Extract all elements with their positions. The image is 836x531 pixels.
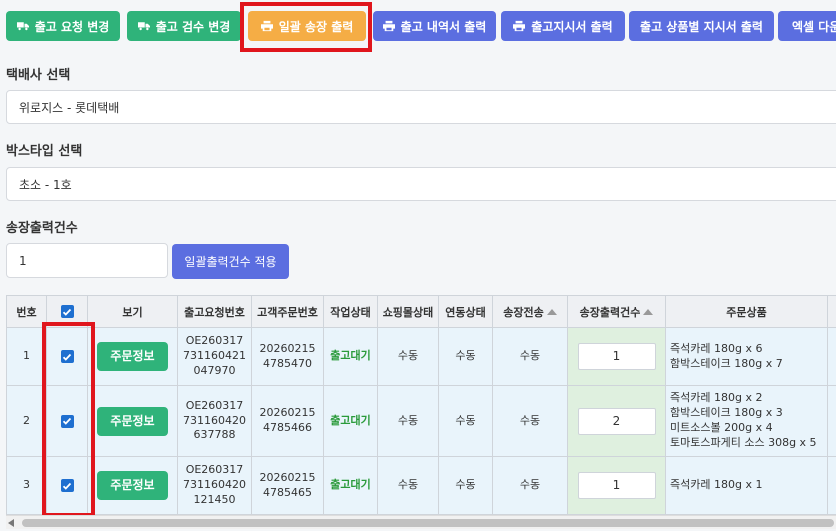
cell-extra xyxy=(828,457,836,515)
cell-print-count: 2 xyxy=(568,386,666,457)
invoice-count-label: 송장출력건수 xyxy=(6,221,78,236)
status-badge: 출고대기 xyxy=(330,413,371,427)
header-invoice-send[interactable]: 송장전송 xyxy=(493,295,568,328)
cell-customer-order-no: 20260215 4785465 xyxy=(252,457,324,515)
cell-order-items: 즉석카레 180g x 1 xyxy=(666,457,828,515)
cell-view: 주문정보 xyxy=(88,457,178,515)
header-request-no: 출고요청번호 xyxy=(178,295,252,328)
cell-invoice-send: 수동 xyxy=(493,386,568,457)
status-badge: 출고대기 xyxy=(330,349,371,363)
cell-order-items: 즉석카레 180g x 6 함박스테이크 180g x 7 xyxy=(666,328,828,386)
cell-customer-order-no: 20260215 4785466 xyxy=(252,386,324,457)
toolbar: 출고 요청 변경 출고 검수 변경 일괄 송장 출력 출고 내역서 출력 출고지… xyxy=(6,11,836,41)
cell-mall-status: 수동 xyxy=(378,386,439,457)
cell-link-status: 수동 xyxy=(439,328,493,386)
cell-extra xyxy=(828,328,836,386)
cell-extra xyxy=(828,386,836,457)
product-shipping-order-print-button[interactable]: 출고 상품별 지시서 출력 xyxy=(629,11,774,41)
print-count-input[interactable]: 1 xyxy=(577,343,656,370)
cell-row-no: 2 xyxy=(7,386,47,457)
cell-order-items: 즉석카레 180g x 2 함박스테이크 180g x 3 미트소스볼 200g x… xyxy=(666,386,828,457)
header-work-status: 작업상태 xyxy=(324,295,378,328)
cell-invoice-send: 수동 xyxy=(493,328,568,386)
truck-icon xyxy=(16,22,29,31)
courier-select[interactable]: 위로지스 - 롯데택배 xyxy=(6,90,836,124)
cell-mall-status: 수동 xyxy=(378,328,439,386)
box-type-select[interactable]: 초소 - 1호 xyxy=(6,167,836,201)
cell-work-status: 출고대기 xyxy=(324,386,378,457)
cell-view: 주문정보 xyxy=(88,328,178,386)
courier-label: 택배사 선택 xyxy=(6,68,71,83)
cell-request-no: OE260317 731160420 121450 xyxy=(178,457,252,515)
excel-download-button[interactable]: 엑셀 다운 xyxy=(778,11,836,41)
check-icon xyxy=(62,308,72,316)
invoice-count-input[interactable]: 1 xyxy=(6,243,168,278)
header-extra xyxy=(828,295,836,328)
printer-icon xyxy=(382,20,395,32)
header-order-items: 주문상품 xyxy=(666,295,828,328)
cell-request-no: OE260317 731160421 047970 xyxy=(178,328,252,386)
scrollbar-thumb[interactable] xyxy=(22,519,834,527)
cell-request-no: OE260317 731160420 637788 xyxy=(178,386,252,457)
cell-link-status: 수동 xyxy=(439,457,493,515)
select-all-checkbox[interactable] xyxy=(60,305,74,318)
highlight-checkbox-column xyxy=(42,322,95,517)
cell-view: 주문정보 xyxy=(88,386,178,457)
cell-link-status: 수동 xyxy=(439,386,493,457)
highlight-bulk-print xyxy=(240,2,372,52)
order-info-button[interactable]: 주문정보 xyxy=(97,342,168,371)
sort-up-icon xyxy=(546,308,557,315)
header-customer-order-no: 고객주문번호 xyxy=(252,295,324,328)
header-mall-status: 쇼핑몰상태 xyxy=(378,295,439,328)
header-view: 보기 xyxy=(88,295,178,328)
cell-work-status: 출고대기 xyxy=(324,457,378,515)
cell-invoice-send: 수동 xyxy=(493,457,568,515)
cell-row-no: 3 xyxy=(7,457,47,515)
shipment-table: 번호 보기 출고요청번호 고객주문번호 작업상태 쇼핑몰상태 연동상태 송장전송… xyxy=(6,295,836,515)
change-shipping-request-button[interactable]: 출고 요청 변경 xyxy=(6,11,120,41)
truck-icon xyxy=(137,22,150,31)
cell-print-count: 1 xyxy=(568,457,666,515)
order-info-button[interactable]: 주문정보 xyxy=(97,471,168,500)
cell-mall-status: 수동 xyxy=(378,457,439,515)
order-info-button[interactable]: 주문정보 xyxy=(97,406,168,436)
shipping-statement-print-button[interactable]: 출고 내역서 출력 xyxy=(373,11,496,41)
cell-work-status: 출고대기 xyxy=(324,328,378,386)
print-count-input[interactable]: 1 xyxy=(577,472,656,499)
header-no: 번호 xyxy=(7,295,47,328)
cell-row-no: 1 xyxy=(7,328,47,386)
sort-up-icon xyxy=(643,308,654,315)
print-count-input[interactable]: 2 xyxy=(577,407,656,435)
box-type-label: 박스타입 선택 xyxy=(6,144,83,159)
shipping-order-print-button[interactable]: 출고지시서 출력 xyxy=(501,11,625,41)
change-shipping-inspection-button[interactable]: 출고 검수 변경 xyxy=(127,11,241,41)
header-invoice-print-count[interactable]: 송장출력건수 xyxy=(568,295,666,328)
status-badge: 출고대기 xyxy=(330,478,371,492)
printer-icon xyxy=(513,20,526,32)
scroll-left-icon[interactable] xyxy=(8,519,14,527)
cell-print-count: 1 xyxy=(568,328,666,386)
horizontal-scrollbar[interactable] xyxy=(6,515,836,529)
apply-bulk-count-button[interactable]: 일괄출력건수 적용 xyxy=(172,244,289,279)
header-link-status: 연동상태 xyxy=(439,295,493,328)
cell-customer-order-no: 20260215 4785470 xyxy=(252,328,324,386)
